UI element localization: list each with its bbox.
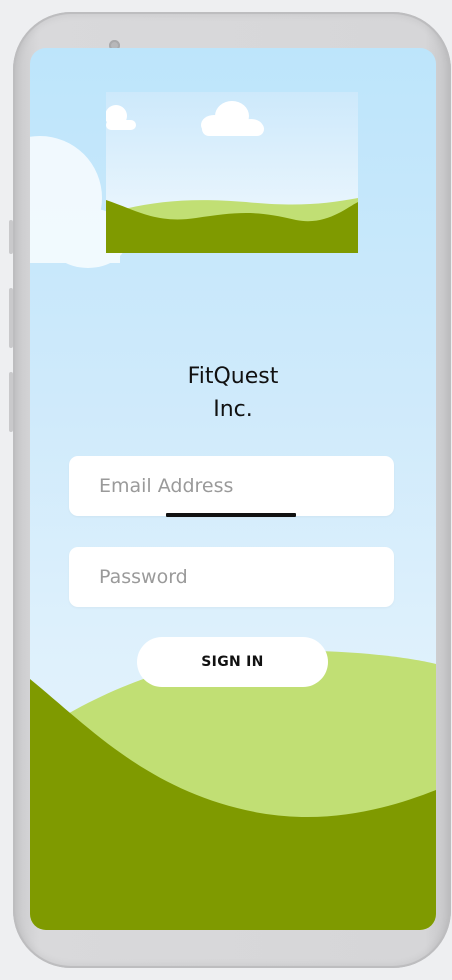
app-title-line-2: Inc.: [213, 397, 253, 422]
app-title: FitQuest Inc.: [30, 360, 436, 426]
password-field: [69, 547, 394, 607]
phone-button-volume-up: [9, 288, 13, 348]
sign-in-button[interactable]: SIGN IN: [137, 637, 328, 687]
app-screen: FitQuest Inc. SIGN IN: [30, 48, 436, 930]
app-title-line-1: FitQuest: [187, 364, 279, 389]
phone-button-mute: [9, 220, 13, 254]
email-field: [69, 456, 394, 517]
email-focus-underline: [166, 513, 296, 517]
landscape-illustration-icon: [106, 92, 358, 253]
hero-landscape-image: [106, 92, 358, 253]
phone-button-volume-down: [9, 372, 13, 432]
password-input[interactable]: [99, 547, 379, 607]
email-input[interactable]: [99, 456, 379, 516]
